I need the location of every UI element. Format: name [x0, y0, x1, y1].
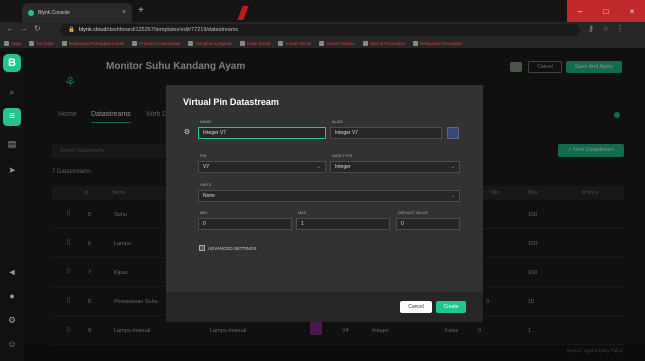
units-select[interactable]: None ⌄: [198, 190, 460, 202]
data-type-label: DATA TYPE: [332, 154, 353, 158]
bookmark-item[interactable]: YouTube: [29, 40, 54, 46]
bookmark-item[interactable]: Nilai & Perangkat: [363, 40, 405, 46]
help-icon[interactable]: ●: [6, 290, 18, 302]
pin-select[interactable]: V7 ⌄: [198, 161, 326, 173]
close-tab-icon[interactable]: ×: [122, 9, 126, 16]
devices-icon[interactable]: ▤: [6, 138, 18, 150]
bookmark-icon: [412, 40, 418, 46]
apps-icon: [4, 40, 9, 46]
bookmark-icon: [278, 40, 284, 46]
dialog-cancel-button[interactable]: Cancel: [400, 301, 432, 313]
datastream-icon-picker[interactable]: ⚙: [182, 128, 192, 138]
url-path: /dashboard/125267/templates/edit/77219/d…: [106, 27, 239, 33]
key-icon[interactable]: ⚷: [588, 24, 594, 33]
minimize-button[interactable]: –: [578, 7, 582, 16]
bookmark-item[interactable]: Rekayasa Perangkat: [412, 40, 462, 46]
blynk-logo[interactable]: B: [3, 54, 21, 72]
blynk-favicon-icon: [28, 9, 34, 16]
send-icon[interactable]: ➤: [6, 164, 18, 176]
browser-tab-title: Blynk.Console: [38, 9, 70, 16]
max-label: MAX: [298, 211, 307, 215]
data-type-value: Integer: [335, 164, 351, 170]
units-value: None: [203, 193, 215, 199]
min-input[interactable]: 0: [198, 218, 292, 230]
chevron-down-icon: ⌄: [450, 164, 455, 170]
reload-icon[interactable]: ↻: [34, 24, 41, 33]
chevron-down-icon: ⌄: [450, 193, 455, 199]
default-value-input[interactable]: 0: [396, 218, 460, 230]
chevron-down-icon: ⌄: [316, 164, 321, 170]
name-label: NAME: [200, 120, 211, 124]
maximize-button[interactable]: □: [603, 7, 608, 16]
bookmark-icon: [61, 40, 67, 46]
pin-value: V7: [203, 164, 210, 170]
bookmark-icon: [132, 40, 138, 46]
close-window-button[interactable]: ×: [630, 7, 635, 16]
advanced-settings-label[interactable]: ADVANCED SETTINGS: [208, 246, 256, 251]
data-type-select[interactable]: Integer ⌄: [330, 161, 460, 173]
default-value-label: DEFAULT VALUE: [398, 211, 428, 215]
lock-icon: 🔒: [68, 27, 75, 33]
url-host: blynk.cloud: [78, 27, 107, 33]
bookmark-item[interactable]: Tampilan Lengkap: [188, 40, 232, 46]
max-input[interactable]: 1: [296, 218, 390, 230]
alias-label: ALIAS: [332, 120, 343, 124]
units-label: UNITS: [200, 183, 212, 187]
url-input[interactable]: 🔒 blynk.cloud /dashboard/125267/template…: [60, 24, 580, 36]
browser-tab[interactable]: Blynk.Console ×: [22, 3, 132, 22]
name-input[interactable]: Integer V7: [198, 127, 326, 139]
youtube-icon: [29, 40, 35, 46]
bookmark-icon: [319, 40, 325, 46]
search-icon[interactable]: ⌕: [6, 86, 18, 98]
bookmark-icon: [363, 40, 369, 46]
settings-icon[interactable]: ⚙: [6, 314, 18, 326]
extensions-icon[interactable]: ⋮: [616, 24, 624, 33]
virtual-pin-datastream-dialog: [166, 85, 483, 322]
bookmark-item[interactable]: Rekayasa Perangkat Lunak: [61, 40, 124, 46]
dashboard-icon[interactable]: ≡: [3, 108, 21, 126]
star-icon[interactable]: ☆: [602, 24, 609, 33]
user-icon[interactable]: ☺: [6, 338, 18, 350]
bookmark-item[interactable]: Lihat Jurnal: [239, 40, 270, 46]
megaphone-icon[interactable]: ◄: [6, 266, 18, 278]
bookmark-icon: [188, 40, 194, 46]
color-picker[interactable]: [447, 127, 459, 139]
min-label: MIN: [200, 211, 207, 215]
bookmark-item[interactable]: Apps: [4, 40, 21, 46]
new-tab-button[interactable]: +: [138, 5, 144, 16]
bookmark-item[interactable]: Jurnal Teknik: [278, 40, 311, 46]
alias-input[interactable]: Integer V7: [330, 127, 442, 139]
pin-label: PIN: [200, 154, 207, 158]
forward-icon[interactable]: →: [20, 24, 28, 33]
bookmark-icon: [239, 40, 245, 46]
bookmark-item[interactable]: Protokol Komunikasi: [132, 40, 180, 46]
window-controls: – □ ×: [567, 0, 645, 22]
advanced-settings-checkbox[interactable]: [199, 245, 205, 251]
bookmark-item[interactable]: Jurnal Arduino: [319, 40, 355, 46]
dialog-title: Virtual Pin Datastream: [183, 97, 279, 107]
create-button[interactable]: Create: [436, 301, 466, 313]
bookmarks-bar: Apps YouTube Rekayasa Perangkat Lunak Pr…: [0, 38, 645, 48]
back-icon[interactable]: ←: [6, 24, 14, 33]
